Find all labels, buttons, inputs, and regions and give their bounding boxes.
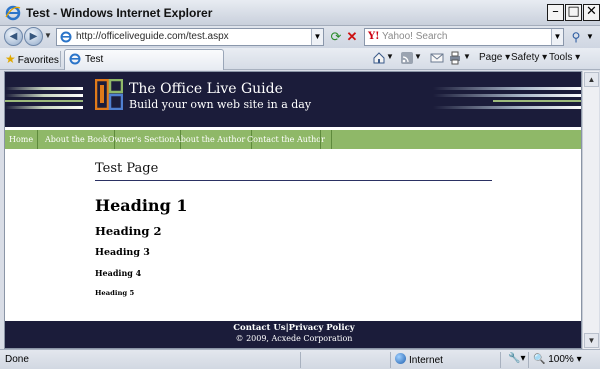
scroll-down-icon[interactable]: ▼ — [584, 333, 599, 348]
nav-home[interactable]: Home — [5, 130, 39, 149]
divider — [60, 51, 61, 67]
favorites-bar: ★ Favorites Test ▼ ▼ ▼ Page ▾ Safety ▾ To… — [0, 48, 600, 70]
minimize-button[interactable]: – — [547, 4, 564, 21]
safety-menu-label: Safety — [511, 52, 540, 63]
nav-about-author[interactable]: About the Author — [169, 130, 253, 149]
forward-button[interactable]: ▶ — [24, 27, 43, 46]
zone-label: Internet — [409, 355, 443, 366]
search-provider-dropdown-icon[interactable]: ▼ — [551, 29, 563, 45]
header-stripes-right — [433, 87, 581, 109]
heading-3: Heading 3 — [95, 247, 150, 258]
header-stripes-left — [5, 87, 83, 109]
safety-menu[interactable]: Safety ▾ — [511, 52, 547, 63]
home-dropdown-icon[interactable]: ▼ — [386, 52, 394, 61]
favorites-button[interactable]: ★ Favorites — [5, 52, 59, 66]
page-icon — [60, 31, 72, 43]
address-toolbar: ◀ ▶ ▼ http://officeliveguide.com/test.as… — [0, 26, 600, 48]
search-box[interactable]: Y! Yahoo! Search ▼ — [364, 28, 564, 46]
search-options-icon[interactable]: ▼ — [586, 32, 594, 41]
search-icon[interactable]: ⚲ — [568, 29, 584, 45]
maximize-button[interactable]: □ — [565, 4, 582, 21]
site-logo-icon — [95, 79, 123, 110]
zoom-level: 100% — [548, 354, 574, 365]
tab-label: Test — [85, 54, 104, 65]
copyright-text: © 2009, Acxede Corporation — [235, 334, 353, 343]
site-header: The Office Live Guide Build your own web… — [5, 72, 581, 127]
divider — [300, 352, 301, 368]
heading-5: Heading 5 — [95, 289, 135, 297]
feeds-dropdown-icon[interactable]: ▼ — [414, 52, 422, 61]
window-title: Test - Windows Internet Explorer — [26, 6, 213, 20]
page-menu[interactable]: Page ▾ — [479, 52, 510, 63]
scroll-up-icon[interactable]: ▲ — [584, 72, 599, 87]
ie-icon — [5, 5, 21, 21]
page-menu-label: Page — [479, 52, 503, 63]
heading-2: Heading 2 — [95, 224, 162, 238]
history-dropdown-icon[interactable]: ▼ — [44, 31, 52, 40]
globe-icon — [395, 353, 406, 364]
site-title: The Office Live Guide — [129, 81, 283, 97]
yahoo-icon: Y! — [368, 31, 380, 42]
address-dropdown-icon[interactable]: ▼ — [311, 29, 323, 45]
url-text[interactable]: http://officeliveguide.com/test.aspx — [76, 31, 229, 42]
home-icon[interactable] — [372, 51, 386, 65]
mail-icon[interactable] — [430, 51, 444, 65]
tab-page-icon — [69, 53, 81, 65]
nav-contact-author[interactable]: Contact the Author — [241, 130, 332, 149]
security-zone[interactable]: Internet — [395, 353, 443, 366]
page-viewport: The Office Live Guide Build your own web… — [4, 71, 582, 349]
nav-divider — [320, 130, 321, 149]
search-input[interactable]: Yahoo! Search — [382, 31, 447, 42]
heading-1: Heading 1 — [95, 196, 188, 215]
print-dropdown-icon[interactable]: ▼ — [463, 52, 471, 61]
status-text: Done — [5, 354, 29, 365]
protected-mode-icon[interactable]: 🔧▾ — [508, 353, 525, 364]
divider — [500, 352, 501, 368]
divider — [390, 352, 391, 368]
zoom-control[interactable]: 🔍 100% ▾ — [533, 354, 582, 365]
print-icon[interactable] — [448, 51, 462, 65]
title-rule — [95, 180, 492, 181]
site-tagline: Build your own web site in a day — [129, 98, 312, 111]
site-nav: Home About the Book Owner's Section Abou… — [5, 130, 581, 149]
stop-icon[interactable]: ✕ — [344, 29, 360, 45]
feeds-icon[interactable] — [400, 51, 414, 65]
favorites-label: Favorites — [17, 55, 59, 66]
page-title: Test Page — [95, 161, 159, 176]
site-footer: Contact Us|Privacy Policy © 2009, Acxede… — [5, 321, 581, 348]
tab-test[interactable]: Test — [64, 49, 224, 70]
close-button[interactable]: ✕ — [583, 4, 600, 21]
heading-4: Heading 4 — [95, 268, 142, 278]
refresh-icon[interactable]: ⟳ — [328, 29, 344, 45]
tools-menu[interactable]: Tools ▾ — [549, 52, 580, 63]
footer-links[interactable]: Contact Us|Privacy Policy — [5, 323, 581, 333]
title-bar: Test - Windows Internet Explorer – □ ✕ — [0, 0, 600, 26]
vertical-scrollbar[interactable]: ▲ ▼ — [582, 71, 599, 349]
page-body: Test Page Heading 1 Heading 2 Heading 3 … — [5, 149, 581, 321]
address-bar[interactable]: http://officeliveguide.com/test.aspx ▼ — [56, 28, 324, 46]
star-icon: ★ — [5, 52, 16, 66]
tools-menu-label: Tools — [549, 52, 573, 63]
status-bar: Done Internet 🔧▾ 🔍 100% ▾ — [0, 349, 600, 369]
divider — [528, 352, 529, 368]
back-button[interactable]: ◀ — [4, 27, 23, 46]
